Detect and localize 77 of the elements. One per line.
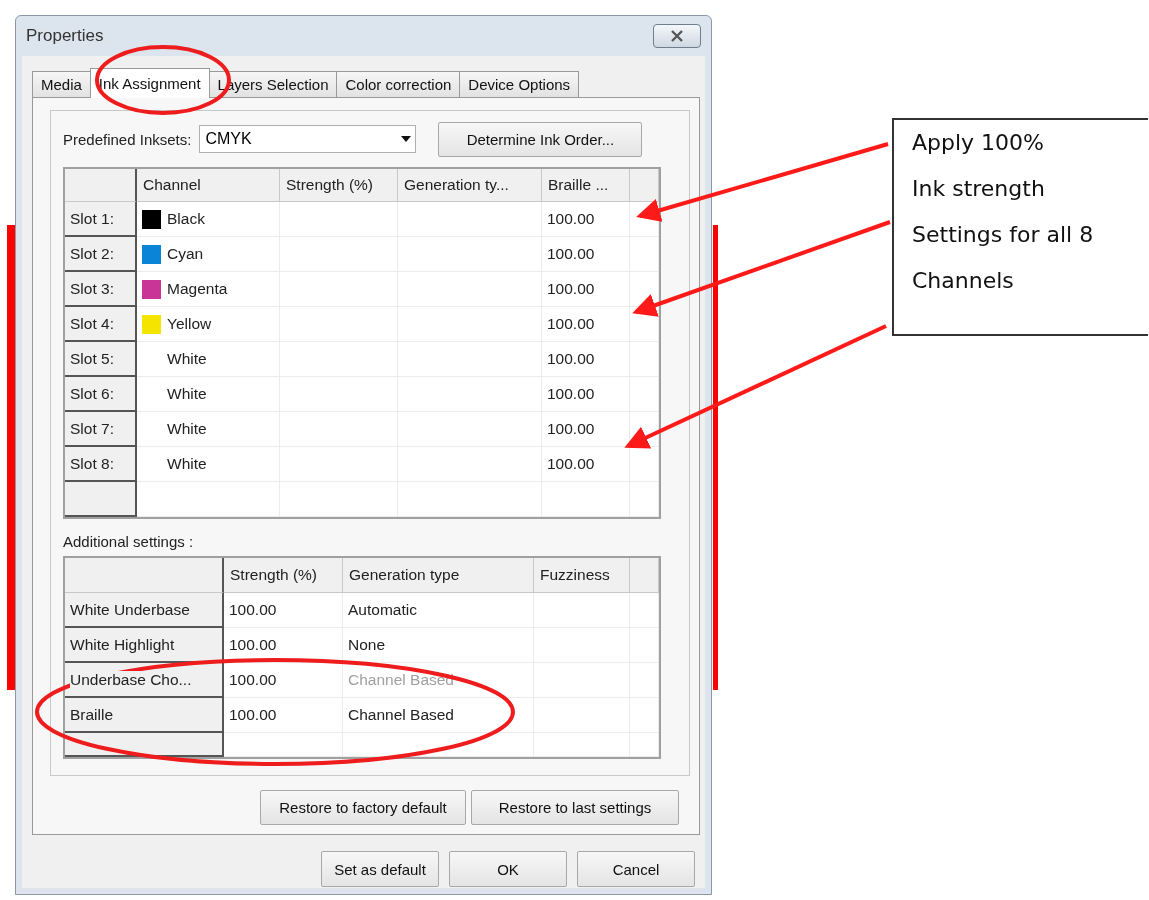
- row-header[interactable]: Slot 3:: [65, 272, 137, 307]
- table-cell: Automatic: [343, 593, 534, 628]
- callout-text: Apply 100%: [912, 129, 1045, 157]
- table-cell: 100.00: [542, 412, 630, 447]
- inkset-label: Predefined Inksets:: [63, 130, 192, 148]
- column-header[interactable]: Strength (%): [280, 169, 398, 202]
- empty-cell: [630, 482, 659, 517]
- table-cell: 100.00: [542, 202, 630, 237]
- tab[interactable]: Ink Assignment: [89, 68, 210, 98]
- table-cell: 100.00: [224, 593, 343, 628]
- callout-text: Settings for all 8: [912, 221, 1095, 249]
- channel-name: White: [167, 350, 207, 368]
- channel-name: White: [167, 455, 207, 473]
- callout-text: Ink strength: [912, 175, 1046, 203]
- row-header[interactable]: Slot 6:: [65, 377, 137, 412]
- table-cell: 100.00: [542, 377, 630, 412]
- dialog-button[interactable]: Cancel: [577, 851, 695, 887]
- empty-cell: [630, 342, 659, 377]
- row-header[interactable]: Braille: [65, 698, 224, 733]
- empty-cell: [630, 733, 659, 757]
- row-header: [65, 482, 137, 517]
- row-header[interactable]: White Underbase: [65, 593, 224, 628]
- column-header: [630, 169, 659, 202]
- table-cell: 100.00: [542, 272, 630, 307]
- table-cell: 100.00: [224, 628, 343, 663]
- tab[interactable]: Media: [32, 71, 91, 98]
- channel-name: Magenta: [167, 280, 228, 298]
- column-header[interactable]: Braille ...: [542, 169, 630, 202]
- table-cell: 100.00: [542, 237, 630, 272]
- empty-cell: [630, 237, 659, 272]
- close-button[interactable]: [653, 24, 701, 48]
- column-header[interactable]: Generation ty...: [398, 169, 542, 202]
- empty-cell: [630, 628, 659, 663]
- table-cell: 100.00: [542, 342, 630, 377]
- row-header[interactable]: Slot 1:: [65, 202, 137, 237]
- additional-settings-label: Additional settings :: [63, 533, 195, 550]
- table-cell: 100.00: [542, 307, 630, 342]
- restore-last-settings-button[interactable]: Restore to last settings: [471, 790, 679, 825]
- empty-cell: [630, 447, 659, 482]
- caret-icon: [401, 136, 412, 142]
- row-header[interactable]: Slot 8:: [65, 447, 137, 482]
- table-cell: 100.00: [224, 698, 343, 733]
- tab[interactable]: Color correction: [336, 71, 461, 98]
- dialog-button[interactable]: OK: [449, 851, 567, 887]
- row-header[interactable]: White Highlight: [65, 628, 224, 663]
- row-header[interactable]: Slot 4:: [65, 307, 137, 342]
- table-cell: 100.00: [542, 447, 630, 482]
- table-cell: Channel Based: [343, 698, 534, 733]
- callout-text: Channels: [912, 267, 1015, 295]
- tab[interactable]: Device Options: [459, 71, 580, 98]
- channel-name: White: [167, 420, 207, 438]
- column-header: [630, 558, 659, 593]
- inkset-dropdown[interactable]: CMYK: [199, 125, 417, 153]
- empty-cell: [630, 307, 659, 342]
- dialog-button[interactable]: Set as default: [321, 851, 439, 887]
- restore-factory-default-button[interactable]: Restore to factory default: [260, 790, 466, 825]
- corner-header: [65, 169, 137, 202]
- window-title: Properties: [26, 26, 104, 46]
- channel-name: Black: [167, 210, 205, 228]
- channel-name: Cyan: [167, 245, 204, 263]
- row-header[interactable]: Slot 5:: [65, 342, 137, 377]
- empty-cell: [630, 272, 659, 307]
- column-header[interactable]: Generation type: [343, 558, 534, 593]
- empty-cell: [630, 377, 659, 412]
- empty-cell: [630, 663, 659, 698]
- row-header[interactable]: Slot 7:: [65, 412, 137, 447]
- determine-ink-order-button[interactable]: Determine Ink Order...: [438, 121, 643, 157]
- empty-cell: [630, 698, 659, 733]
- column-header[interactable]: Channel: [137, 169, 280, 202]
- row-header[interactable]: Slot 2:: [65, 237, 137, 272]
- column-header[interactable]: Strength (%): [224, 558, 343, 593]
- table-cell: 100.00: [224, 663, 343, 698]
- channel-name: White: [167, 385, 207, 403]
- column-header[interactable]: Fuzziness: [534, 558, 630, 593]
- table-cell: None: [343, 628, 534, 663]
- close-icon: [670, 30, 684, 42]
- channel-name: Yellow: [167, 315, 212, 333]
